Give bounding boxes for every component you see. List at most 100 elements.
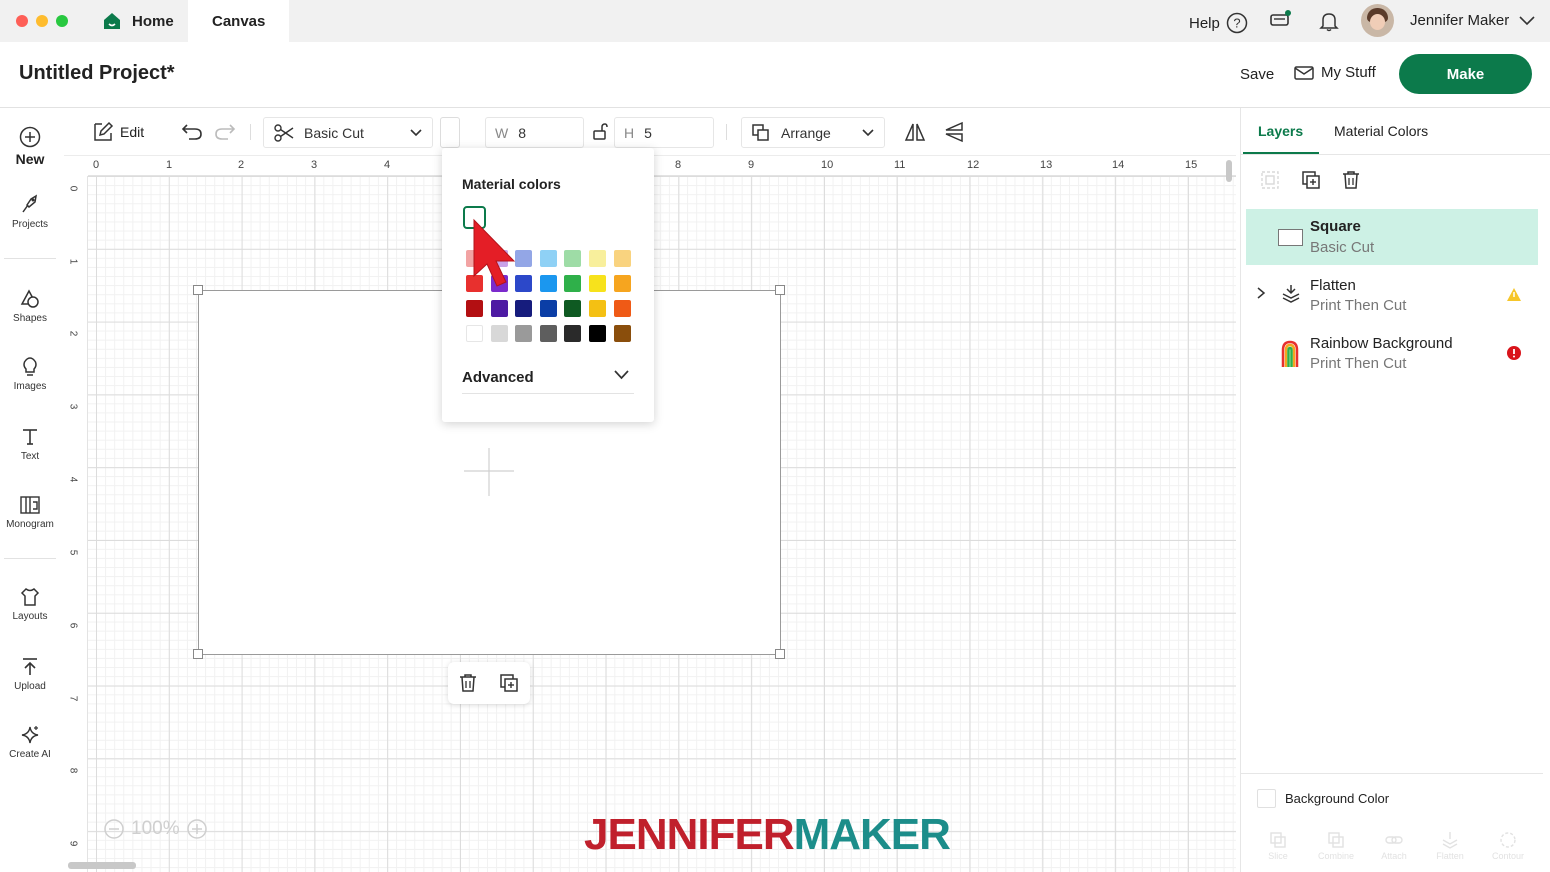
project-title[interactable]: Untitled Project* bbox=[19, 62, 175, 85]
color-swatch[interactable] bbox=[515, 325, 533, 342]
warning-icon[interactable] bbox=[1506, 287, 1522, 302]
machine-icon[interactable] bbox=[1269, 9, 1293, 31]
layer-row-rainbow-background[interactable]: Rainbow Background Print Then Cut bbox=[1246, 330, 1538, 382]
error-icon[interactable] bbox=[1506, 345, 1522, 361]
ruler-label: 4 bbox=[67, 476, 79, 483]
user-menu[interactable]: Jennifer Maker bbox=[1410, 12, 1535, 29]
resize-handle[interactable] bbox=[775, 285, 785, 295]
combine-button[interactable]: Combine bbox=[1311, 831, 1361, 861]
resize-handle[interactable] bbox=[193, 285, 203, 295]
color-swatch[interactable] bbox=[490, 300, 508, 317]
chevron-right-icon[interactable] bbox=[1256, 286, 1266, 300]
height-field[interactable]: H 5 bbox=[614, 117, 714, 148]
color-swatch[interactable] bbox=[613, 325, 631, 342]
slice-button[interactable]: Slice bbox=[1255, 831, 1301, 861]
tab-layers[interactable]: Layers bbox=[1258, 123, 1303, 139]
horizontal-scrollbar[interactable] bbox=[68, 862, 136, 869]
minimize-window-button[interactable] bbox=[36, 15, 48, 27]
layer-operation: Print Then Cut bbox=[1310, 297, 1407, 314]
color-swatch[interactable] bbox=[589, 300, 606, 317]
flatten-button[interactable]: Flatten bbox=[1427, 831, 1473, 861]
color-swatch[interactable] bbox=[466, 325, 483, 342]
color-swatch[interactable] bbox=[490, 325, 508, 342]
flip-horizontal-icon[interactable] bbox=[904, 121, 926, 143]
avatar[interactable] bbox=[1361, 4, 1394, 37]
help-button[interactable]: Help ? bbox=[1189, 12, 1248, 34]
tab-home[interactable]: Home bbox=[102, 0, 174, 42]
sidebar-item-monogram[interactable]: Monogram bbox=[0, 494, 60, 530]
group-icon[interactable] bbox=[1260, 170, 1280, 190]
sidebar-item-text[interactable]: Text bbox=[0, 426, 60, 462]
my-stuff-button[interactable]: My Stuff bbox=[1294, 64, 1376, 81]
close-window-button[interactable] bbox=[16, 15, 28, 27]
color-swatch[interactable] bbox=[564, 300, 582, 317]
advanced-label[interactable]: Advanced bbox=[462, 369, 534, 386]
color-swatch[interactable] bbox=[589, 325, 606, 342]
sidebar-item-images[interactable]: Images bbox=[0, 356, 60, 392]
color-swatch[interactable] bbox=[564, 275, 582, 292]
color-swatch[interactable] bbox=[539, 275, 557, 292]
attach-label: Attach bbox=[1381, 851, 1407, 861]
color-swatch[interactable] bbox=[564, 325, 582, 342]
sidebar-item-text-label: Text bbox=[20, 451, 40, 462]
tab-canvas[interactable]: Canvas bbox=[188, 0, 290, 42]
color-swatch[interactable] bbox=[539, 250, 557, 267]
resize-handle[interactable] bbox=[775, 649, 785, 659]
background-color-swatch[interactable] bbox=[1257, 789, 1276, 808]
sidebar-item-layouts[interactable]: Layouts bbox=[0, 586, 60, 622]
duplicate-icon[interactable] bbox=[1301, 170, 1321, 190]
tab-material-colors[interactable]: Material Colors bbox=[1334, 123, 1428, 139]
bell-icon[interactable] bbox=[1318, 10, 1340, 32]
color-swatch[interactable] bbox=[589, 275, 606, 292]
svg-text:?: ? bbox=[1233, 16, 1240, 31]
width-value[interactable]: 8 bbox=[518, 125, 526, 141]
maximize-window-button[interactable] bbox=[56, 15, 68, 27]
color-swatch[interactable] bbox=[589, 250, 606, 267]
color-swatch[interactable] bbox=[539, 325, 557, 342]
color-swatch[interactable] bbox=[539, 300, 557, 317]
flip-vertical-icon[interactable] bbox=[943, 121, 965, 143]
chevron-down-icon[interactable] bbox=[614, 370, 629, 380]
color-swatch[interactable] bbox=[613, 250, 631, 267]
sidebar-item-projects[interactable]: Projects bbox=[0, 194, 60, 230]
sidebar-item-new[interactable]: New bbox=[0, 126, 60, 167]
sidebar-item-shapes[interactable]: Shapes bbox=[0, 288, 60, 324]
edit-button[interactable]: Edit bbox=[92, 121, 144, 143]
redo-icon[interactable] bbox=[214, 123, 236, 141]
ruler-label: 3 bbox=[67, 403, 79, 410]
sidebar-item-upload[interactable]: Upload bbox=[0, 656, 60, 692]
color-swatch[interactable] bbox=[515, 300, 533, 317]
sidebar-item-upload-label: Upload bbox=[14, 681, 46, 692]
resize-handle[interactable] bbox=[193, 649, 203, 659]
attach-button[interactable]: Attach bbox=[1371, 831, 1417, 861]
make-button[interactable]: Make bbox=[1399, 54, 1532, 94]
sidebar-item-create-ai[interactable]: Create AI bbox=[0, 724, 60, 760]
undo-icon[interactable] bbox=[181, 123, 203, 141]
unlock-icon[interactable] bbox=[592, 123, 608, 141]
edit-icon bbox=[94, 121, 114, 141]
color-swatch[interactable] bbox=[613, 275, 631, 292]
tab-canvas-label: Canvas bbox=[212, 12, 266, 30]
slice-icon bbox=[1270, 832, 1286, 848]
duplicate-icon[interactable] bbox=[499, 673, 519, 693]
vertical-scrollbar[interactable] bbox=[1226, 160, 1232, 182]
layer-row-flatten[interactable]: Flatten Print Then Cut bbox=[1246, 271, 1538, 323]
layer-row-square[interactable]: Square Basic Cut bbox=[1246, 209, 1538, 265]
color-swatch[interactable] bbox=[466, 300, 483, 317]
zoom-out-icon[interactable] bbox=[103, 818, 125, 840]
color-swatch[interactable] bbox=[613, 300, 631, 317]
scissors-icon bbox=[274, 123, 294, 142]
ruler-label: 8 bbox=[675, 159, 682, 171]
trash-icon[interactable] bbox=[1341, 170, 1361, 190]
arrange-select[interactable]: Arrange bbox=[741, 117, 885, 148]
width-field[interactable]: W 8 bbox=[485, 117, 584, 148]
color-swatch-button[interactable] bbox=[440, 117, 460, 148]
square-thumbnail-icon bbox=[1278, 229, 1303, 246]
color-swatch[interactable] bbox=[564, 250, 582, 267]
zoom-in-icon[interactable] bbox=[186, 818, 208, 840]
operation-select[interactable]: Basic Cut bbox=[263, 117, 433, 148]
contour-button[interactable]: Contour bbox=[1483, 831, 1533, 861]
trash-icon[interactable] bbox=[458, 673, 478, 693]
save-button[interactable]: Save bbox=[1240, 66, 1274, 83]
height-value[interactable]: 5 bbox=[644, 125, 652, 141]
